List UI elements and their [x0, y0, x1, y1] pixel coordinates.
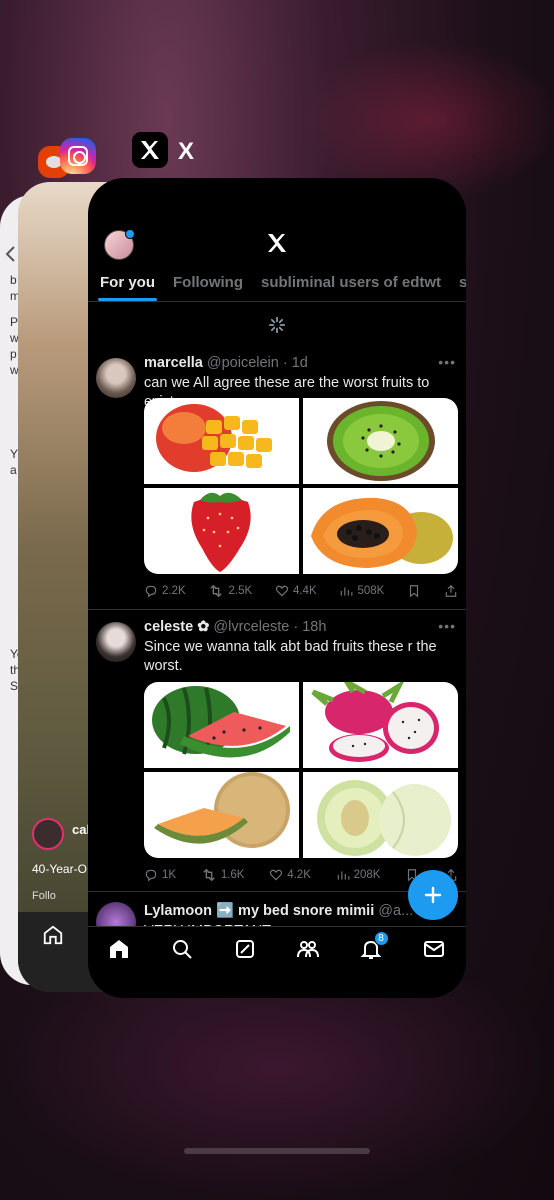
like-count: 4.2K: [287, 869, 311, 881]
search-icon: [172, 940, 192, 959]
nav-home[interactable]: [107, 937, 133, 963]
post-image-cantaloupe[interactable]: [144, 772, 299, 858]
communities-icon: [296, 941, 319, 958]
post-image-grid[interactable]: [144, 398, 458, 574]
share-icon[interactable]: [444, 584, 458, 598]
x-app-icon[interactable]: [132, 132, 168, 168]
home-indicator[interactable]: [184, 1148, 370, 1154]
view-count: 208K: [353, 869, 381, 881]
reply-icon: [145, 585, 157, 598]
post-image-honeydew[interactable]: [303, 772, 458, 858]
reply-button[interactable]: 2.2K: [144, 584, 186, 598]
avatar[interactable]: [104, 229, 135, 260]
avatar[interactable]: [96, 358, 136, 398]
loading-spinner-icon: [268, 316, 286, 334]
post-text: Since we wanna talk abt bad fruits these…: [144, 639, 437, 674]
nav-messages[interactable]: [422, 937, 448, 963]
plus-icon: [424, 886, 442, 904]
like-button[interactable]: 4.2K: [269, 868, 311, 882]
post-time: · 18h: [293, 619, 327, 635]
background-glow-bottom: [0, 980, 554, 1200]
tab-for-you[interactable]: For you: [98, 274, 157, 301]
heart-icon: [270, 869, 283, 881]
views-icon: [337, 871, 350, 880]
post-header: Lylamoon ➡️ my bed snore mimii @a... · 2: [144, 902, 434, 919]
repost-count: 1.6K: [220, 869, 245, 881]
reply-button[interactable]: 1K: [144, 868, 176, 882]
app-title: X: [178, 138, 195, 165]
background-glow: [300, 40, 554, 200]
reddit-text-fragment: P: [10, 315, 19, 329]
post-image-dragon-fruit[interactable]: [303, 682, 458, 768]
like-count: 4.4K: [292, 585, 317, 597]
post-author-name[interactable]: Lylamoon ➡️ my bed snore mimii: [144, 903, 374, 919]
post-author-handle[interactable]: @poicelein: [207, 355, 279, 371]
reddit-text-fragment: p: [10, 347, 17, 361]
reddit-text-fragment: Y: [10, 447, 19, 461]
back-arrow-icon: [5, 246, 15, 262]
heart-icon: [275, 585, 289, 597]
views-button[interactable]: 508K: [339, 584, 384, 598]
timeline-tabs: For you Following subliminal users of ed…: [98, 274, 466, 301]
repost-icon: [210, 584, 223, 598]
notification-badge: 8: [373, 931, 389, 946]
post-image-watermelon[interactable]: [144, 682, 299, 768]
repost-button[interactable]: 1.6K: [201, 868, 245, 882]
repost-icon: [203, 868, 215, 882]
tab-following[interactable]: Following: [173, 274, 243, 291]
post-image-kiwi[interactable]: [303, 398, 458, 484]
repost-count: 2.5K: [228, 585, 253, 597]
post-time: · 1d: [282, 355, 308, 371]
avatar[interactable]: [32, 818, 64, 850]
nav-search[interactable]: [170, 937, 196, 963]
post-image-mango[interactable]: [144, 398, 299, 484]
view-count: 508K: [357, 585, 385, 597]
views-icon: [341, 587, 353, 596]
x-app-card[interactable]: For you Following subliminal users of ed…: [88, 178, 466, 998]
post[interactable]: marcella @poicelein · 1d ••• can we All …: [88, 340, 466, 610]
views-button[interactable]: 208K: [336, 868, 381, 882]
post-actions: 1K 1.6K 4.2K 208K: [144, 868, 458, 882]
post-author-name[interactable]: celeste ✿: [144, 619, 209, 635]
instagram-app-icon[interactable]: [60, 138, 96, 174]
post[interactable]: celeste ✿ @lvrceleste · 18h ••• Since we…: [88, 610, 466, 892]
home-icon[interactable]: [42, 924, 64, 946]
tab-subliminal-users[interactable]: subliminal users of edtwt: [261, 274, 441, 291]
repost-button[interactable]: 2.5K: [208, 584, 252, 598]
nav-notifications[interactable]: 8: [359, 931, 389, 963]
post-author-handle[interactable]: @a...: [378, 903, 413, 919]
more-options-icon[interactable]: •••: [438, 354, 456, 370]
reply-icon: [145, 869, 157, 882]
post-image-papaya[interactable]: [303, 488, 458, 574]
reddit-text-fragment: a: [10, 463, 17, 477]
post-header: marcella @poicelein · 1d: [144, 355, 308, 371]
avatar[interactable]: [96, 622, 136, 662]
home-icon: [109, 940, 128, 958]
post-image-grid[interactable]: [144, 682, 458, 858]
compose-post-button[interactable]: [408, 870, 458, 920]
more-options-icon[interactable]: •••: [438, 618, 456, 634]
nav-communities[interactable]: [296, 937, 322, 963]
like-button[interactable]: 4.4K: [275, 584, 317, 598]
x-logo-icon: [268, 234, 286, 252]
nav-grok[interactable]: [233, 937, 259, 963]
post-actions: 2.2K 2.5K 4.4K 508K: [144, 584, 458, 598]
post-author-handle[interactable]: @lvrceleste: [213, 619, 289, 635]
bottom-navigation: 8: [88, 926, 466, 998]
post-header: celeste ✿ @lvrceleste · 18h: [144, 619, 326, 635]
reply-count: 1K: [162, 869, 177, 881]
mail-icon: [423, 941, 444, 957]
reel-caption: 40-Year-O: [32, 862, 87, 876]
reddit-text-fragment: b: [10, 273, 17, 287]
reply-count: 2.2K: [162, 585, 186, 597]
post-author-name[interactable]: marcella: [144, 355, 203, 371]
x-header: For you Following subliminal users of ed…: [88, 178, 466, 302]
tab-star[interactable]: star: [459, 274, 466, 291]
post-image-strawberry[interactable]: [144, 488, 299, 574]
bookmark-icon[interactable]: [407, 584, 421, 598]
grok-icon: [235, 940, 254, 958]
follow-text[interactable]: Follo: [32, 890, 56, 902]
